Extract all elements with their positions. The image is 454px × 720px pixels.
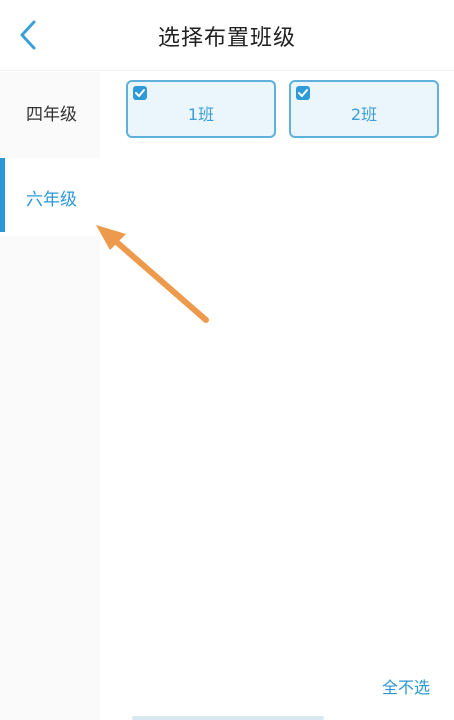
deselect-all-button[interactable]: 全不选 — [382, 674, 430, 698]
annotation-arrow-icon — [96, 225, 209, 323]
bottom-handle — [132, 716, 324, 720]
